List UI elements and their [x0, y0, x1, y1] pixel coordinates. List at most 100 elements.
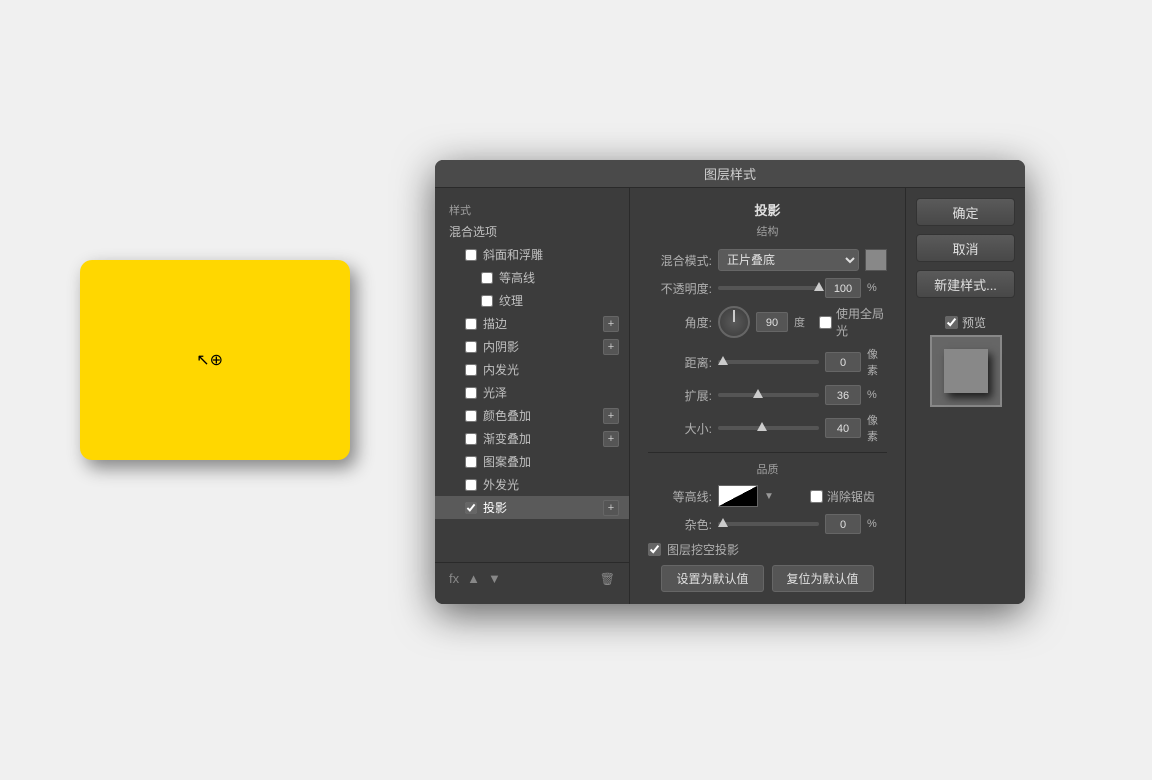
outer-glow-checkbox[interactable]: [465, 479, 477, 491]
inner-glow-label: 内发光: [483, 361, 519, 378]
size-label: 大小:: [648, 420, 712, 437]
sidebar-item-texture[interactable]: 纹理: [435, 289, 629, 312]
sidebar-item-drop-shadow[interactable]: 投影 +: [435, 496, 629, 519]
yellow-rectangle: ↖⊕: [80, 260, 350, 460]
satin-label: 光泽: [483, 384, 507, 401]
blend-options-label: 混合选项: [449, 223, 497, 240]
sidebar-item-color-overlay[interactable]: 颜色叠加 +: [435, 404, 629, 427]
sidebar-item-outer-glow[interactable]: 外发光: [435, 473, 629, 496]
preview-box: [930, 335, 1002, 407]
layer-knockout-checkbox[interactable]: [648, 543, 661, 556]
angle-label: 角度:: [648, 314, 712, 331]
right-panel: 确定 取消 新建样式... 预览: [905, 188, 1025, 604]
blend-mode-label: 混合模式:: [648, 252, 712, 269]
down-icon[interactable]: ▼: [488, 571, 501, 586]
sidebar-item-stroke[interactable]: 描边 +: [435, 312, 629, 335]
satin-checkbox[interactable]: [465, 387, 477, 399]
sidebar-item-inner-glow[interactable]: 内发光: [435, 358, 629, 381]
spread-label: 扩展:: [648, 387, 712, 404]
section-title: 投影: [648, 200, 887, 219]
spread-value[interactable]: 36: [825, 385, 861, 405]
size-slider[interactable]: [718, 426, 819, 430]
stroke-checkbox[interactable]: [465, 318, 477, 330]
layer-knockout-row: 图层挖空投影: [648, 541, 887, 558]
middle-panel: 投影 结构 混合模式: 正片叠底 不透明度: 100 %: [630, 188, 905, 604]
quality-title: 品质: [648, 461, 887, 477]
angle-unit: 度: [794, 314, 805, 330]
new-style-button[interactable]: 新建样式...: [916, 270, 1015, 298]
bevel-checkbox[interactable]: [465, 249, 477, 261]
preview-checkbox[interactable]: [945, 316, 958, 329]
preview-inner: [944, 349, 988, 393]
dialog-title: 图层样式: [704, 164, 756, 183]
color-overlay-checkbox[interactable]: [465, 410, 477, 422]
contour-preview[interactable]: [718, 485, 758, 507]
sub-title: 结构: [648, 223, 887, 239]
set-default-button[interactable]: 设置为默认值: [661, 565, 763, 592]
left-panel: 样式 混合选项 斜面和浮雕 等高线 纹理 描边 +: [435, 188, 630, 604]
inner-shadow-plus-btn[interactable]: +: [603, 339, 619, 355]
dialog-body: 样式 混合选项 斜面和浮雕 等高线 纹理 描边 +: [435, 188, 1025, 604]
drop-shadow-checkbox[interactable]: [465, 502, 477, 514]
sidebar-item-satin[interactable]: 光泽: [435, 381, 629, 404]
trash-icon[interactable]: 🗑: [600, 572, 615, 586]
sidebar-item-pattern-overlay[interactable]: 图案叠加: [435, 450, 629, 473]
preview-checkbox-row: 预览: [945, 314, 986, 331]
gradient-overlay-checkbox[interactable]: [465, 433, 477, 445]
sidebar-item-inner-shadow[interactable]: 内阴影 +: [435, 335, 629, 358]
blend-mode-row: 混合模式: 正片叠底: [648, 249, 887, 271]
inner-shadow-label: 内阴影: [483, 338, 519, 355]
angle-row: 角度: 90 度 使用全局光: [648, 305, 887, 339]
pattern-overlay-checkbox[interactable]: [465, 456, 477, 468]
texture-checkbox[interactable]: [481, 295, 493, 307]
spread-slider[interactable]: [718, 393, 819, 397]
layer-knockout-label: 图层挖空投影: [667, 541, 739, 558]
angle-dial[interactable]: [718, 306, 750, 338]
opacity-label: 不透明度:: [648, 280, 712, 297]
up-icon[interactable]: ▲: [467, 571, 480, 586]
noise-row: 杂色: 0 %: [648, 514, 887, 534]
opacity-value[interactable]: 100: [825, 278, 861, 298]
blend-color-box[interactable]: [865, 249, 887, 271]
blend-mode-select[interactable]: 正片叠底: [718, 249, 859, 271]
preview-section: 预览: [916, 314, 1015, 407]
color-overlay-plus-btn[interactable]: +: [603, 408, 619, 424]
opacity-slider[interactable]: [718, 286, 819, 290]
spread-unit: %: [867, 389, 887, 401]
outer-glow-label: 外发光: [483, 476, 519, 493]
stroke-label: 描边: [483, 315, 507, 332]
ok-button[interactable]: 确定: [916, 198, 1015, 226]
layer-style-dialog: 图层样式 样式 混合选项 斜面和浮雕 等高线 纹理 描: [435, 160, 1025, 604]
global-light-label: 使用全局光: [836, 305, 887, 339]
distance-slider[interactable]: [718, 360, 819, 364]
canvas-preview-area: ↖⊕: [80, 260, 350, 460]
contour-checkbox[interactable]: [481, 272, 493, 284]
angle-value[interactable]: 90: [756, 312, 788, 332]
bevel-label: 斜面和浮雕: [483, 246, 543, 263]
noise-slider[interactable]: [718, 522, 819, 526]
opacity-row: 不透明度: 100 %: [648, 278, 887, 298]
opacity-unit: %: [867, 282, 887, 294]
inner-shadow-checkbox[interactable]: [465, 341, 477, 353]
left-panel-footer: fx ▲ ▼ 🗑: [435, 562, 629, 594]
dial-line: [733, 310, 735, 322]
global-light-checkbox[interactable]: [819, 316, 832, 329]
distance-value[interactable]: 0: [825, 352, 861, 372]
anti-alias-checkbox[interactable]: [810, 490, 823, 503]
blend-options-item[interactable]: 混合选项: [435, 220, 629, 243]
sidebar-item-bevel[interactable]: 斜面和浮雕: [435, 243, 629, 266]
reset-default-button[interactable]: 复位为默认值: [772, 565, 874, 592]
dialog-titlebar: 图层样式: [435, 160, 1025, 188]
noise-value[interactable]: 0: [825, 514, 861, 534]
cancel-button[interactable]: 取消: [916, 234, 1015, 262]
stroke-plus-btn[interactable]: +: [603, 316, 619, 332]
contour-arrow[interactable]: ▼: [764, 491, 774, 502]
inner-glow-checkbox[interactable]: [465, 364, 477, 376]
sidebar-item-gradient-overlay[interactable]: 渐变叠加 +: [435, 427, 629, 450]
gradient-overlay-plus-btn[interactable]: +: [603, 431, 619, 447]
sidebar-item-contour[interactable]: 等高线: [435, 266, 629, 289]
texture-label: 纹理: [499, 292, 523, 309]
size-value[interactable]: 40: [825, 418, 861, 438]
drop-shadow-plus-btn[interactable]: +: [603, 500, 619, 516]
divider: [648, 452, 887, 453]
